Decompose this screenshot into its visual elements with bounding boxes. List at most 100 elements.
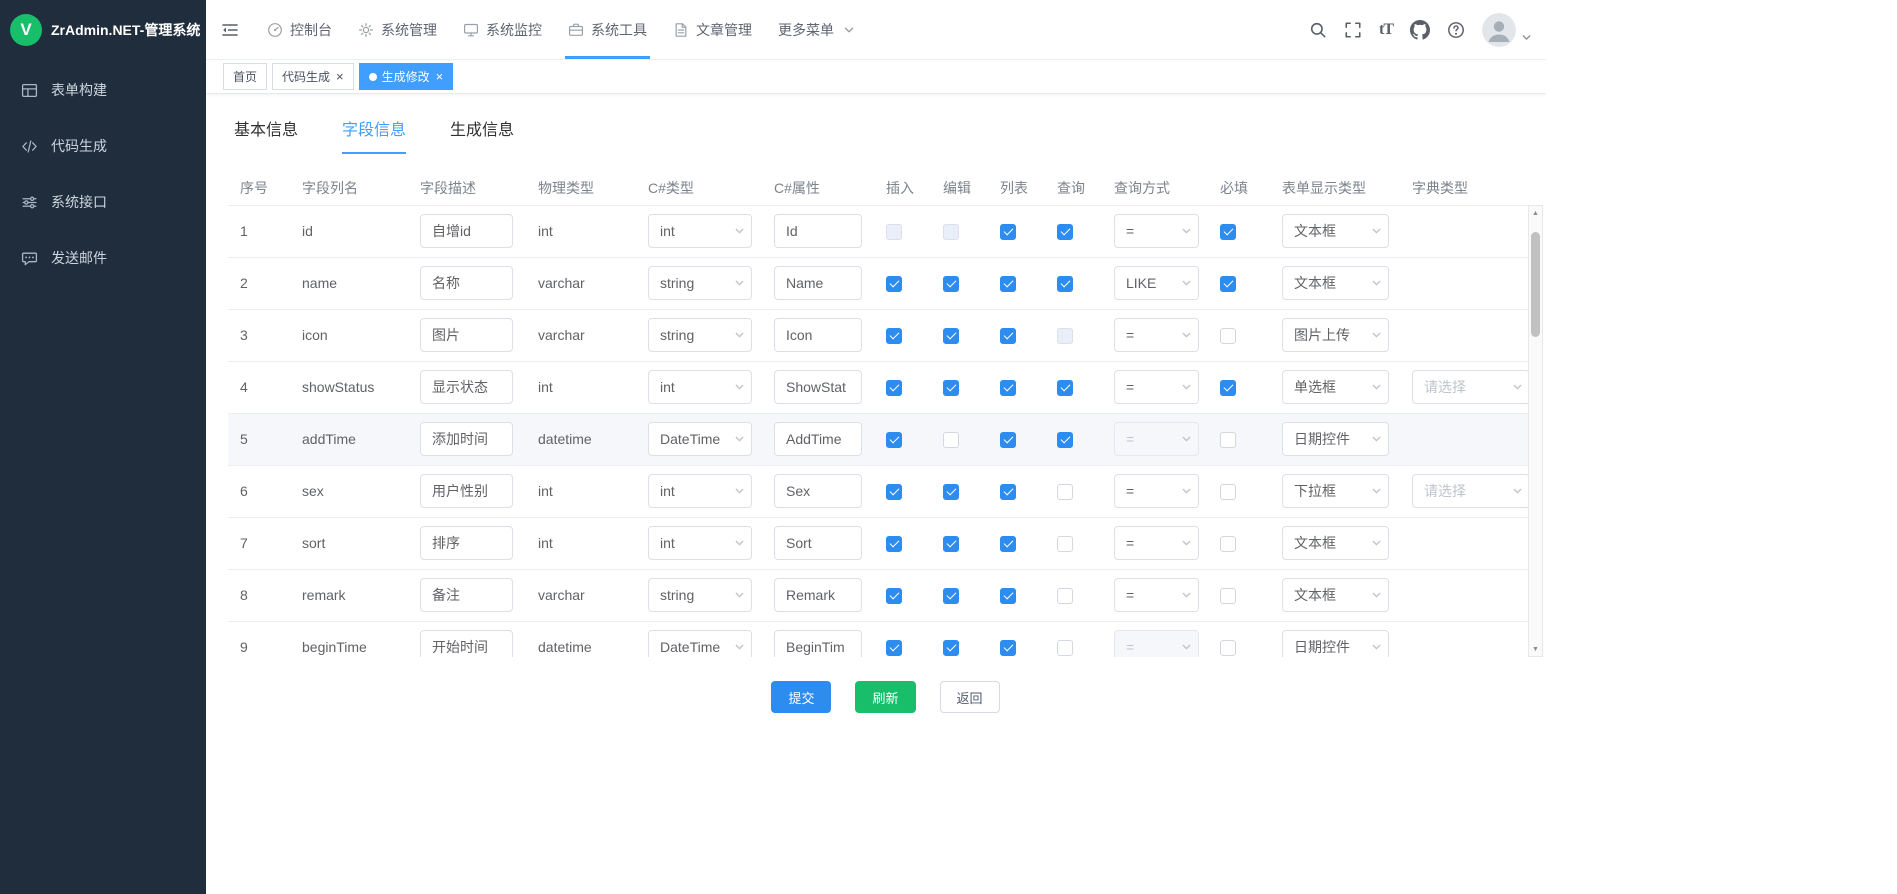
required-checkbox[interactable]	[1220, 224, 1236, 240]
query-checkbox[interactable]	[1057, 380, 1073, 396]
list-checkbox[interactable]	[1000, 588, 1016, 604]
cs-prop-input[interactable]: Id	[774, 214, 862, 248]
list-checkbox[interactable]	[1000, 484, 1016, 500]
insert-checkbox[interactable]	[886, 432, 902, 448]
cs-type-select[interactable]: int	[648, 214, 752, 248]
list-checkbox[interactable]	[1000, 640, 1016, 656]
footer-button[interactable]: 刷新	[855, 681, 915, 713]
tab-item[interactable]: 基本信息	[234, 116, 298, 154]
display-type-select[interactable]: 文本框	[1282, 266, 1389, 300]
query-checkbox[interactable]	[1057, 276, 1073, 292]
query-checkbox[interactable]	[1057, 640, 1073, 656]
close-icon[interactable]: ×	[336, 70, 344, 83]
insert-checkbox[interactable]	[886, 224, 902, 240]
display-type-select[interactable]: 文本框	[1282, 578, 1389, 612]
display-type-select[interactable]: 日期控件	[1282, 630, 1389, 657]
required-checkbox[interactable]	[1220, 276, 1236, 292]
field-desc-input[interactable]: 排序	[420, 526, 513, 560]
scrollbar-thumb[interactable]	[1531, 232, 1540, 337]
cs-type-select[interactable]: DateTime	[648, 630, 752, 657]
query-mode-select[interactable]: =	[1114, 474, 1199, 508]
required-checkbox[interactable]	[1220, 380, 1236, 396]
sidebar-item[interactable]: 代码生成	[0, 118, 206, 174]
topnav-item[interactable]: 更多菜单	[765, 0, 868, 59]
cs-prop-input[interactable]: BeginTim	[774, 630, 862, 657]
display-type-select[interactable]: 下拉框	[1282, 474, 1389, 508]
required-checkbox[interactable]	[1220, 588, 1236, 604]
sidebar-item[interactable]: 表单构建	[0, 62, 206, 118]
github-icon[interactable]	[1410, 20, 1430, 40]
list-checkbox[interactable]	[1000, 224, 1016, 240]
field-desc-input[interactable]: 图片	[420, 318, 513, 352]
footer-button[interactable]: 返回	[940, 681, 1000, 713]
edit-checkbox[interactable]	[943, 432, 959, 448]
tab-item[interactable]: 生成信息	[450, 116, 514, 154]
insert-checkbox[interactable]	[886, 640, 902, 656]
query-mode-select[interactable]: =	[1114, 578, 1199, 612]
display-type-select[interactable]: 单选框	[1282, 370, 1389, 404]
query-checkbox[interactable]	[1057, 484, 1073, 500]
cs-type-select[interactable]: string	[648, 266, 752, 300]
required-checkbox[interactable]	[1220, 432, 1236, 448]
cs-type-select[interactable]: int	[648, 474, 752, 508]
cs-prop-input[interactable]: Sort	[774, 526, 862, 560]
cs-type-select[interactable]: DateTime	[648, 422, 752, 456]
edit-checkbox[interactable]	[943, 536, 959, 552]
display-type-select[interactable]: 日期控件	[1282, 422, 1389, 456]
query-mode-select[interactable]: =	[1114, 630, 1199, 657]
scroll-down-arrow[interactable]: ▼	[1529, 642, 1542, 656]
help-icon[interactable]	[1447, 21, 1465, 39]
topnav-item[interactable]: 系统管理	[345, 0, 450, 59]
dict-type-select[interactable]: 请选择	[1412, 474, 1528, 508]
topnav-item[interactable]: 文章管理	[660, 0, 765, 59]
cs-prop-input[interactable]: Name	[774, 266, 862, 300]
query-mode-select[interactable]: LIKE	[1114, 266, 1199, 300]
close-icon[interactable]: ×	[436, 70, 444, 83]
topnav-item[interactable]: 系统工具	[555, 0, 660, 59]
app-logo[interactable]: V ZrAdmin.NET-管理系统	[0, 0, 206, 60]
required-checkbox[interactable]	[1220, 640, 1236, 656]
field-desc-input[interactable]: 显示状态	[420, 370, 513, 404]
field-desc-input[interactable]: 添加时间	[420, 422, 513, 456]
insert-checkbox[interactable]	[886, 380, 902, 396]
required-checkbox[interactable]	[1220, 328, 1236, 344]
edit-checkbox[interactable]	[943, 380, 959, 396]
sidebar-item[interactable]: 系统接口	[0, 174, 206, 230]
tag-item[interactable]: 代码生成 ×	[272, 63, 354, 90]
display-type-select[interactable]: 文本框	[1282, 214, 1389, 248]
edit-checkbox[interactable]	[943, 276, 959, 292]
query-mode-select[interactable]: =	[1114, 526, 1199, 560]
font-size-icon[interactable]: tT	[1379, 21, 1393, 39]
insert-checkbox[interactable]	[886, 536, 902, 552]
query-checkbox[interactable]	[1057, 224, 1073, 240]
sidebar-collapse-icon[interactable]	[220, 20, 240, 40]
tag-item[interactable]: 生成修改 ×	[359, 63, 454, 90]
query-mode-select[interactable]: =	[1114, 214, 1199, 248]
display-type-select[interactable]: 图片上传	[1282, 318, 1389, 352]
field-desc-input[interactable]: 自增id	[420, 214, 513, 248]
list-checkbox[interactable]	[1000, 380, 1016, 396]
sidebar-item[interactable]: 发送邮件	[0, 230, 206, 286]
insert-checkbox[interactable]	[886, 588, 902, 604]
insert-checkbox[interactable]	[886, 328, 902, 344]
query-mode-select[interactable]: =	[1114, 318, 1199, 352]
insert-checkbox[interactable]	[886, 484, 902, 500]
edit-checkbox[interactable]	[943, 640, 959, 656]
insert-checkbox[interactable]	[886, 276, 902, 292]
query-checkbox[interactable]	[1057, 588, 1073, 604]
query-mode-select[interactable]: =	[1114, 422, 1199, 456]
required-checkbox[interactable]	[1220, 484, 1236, 500]
cs-prop-input[interactable]: Icon	[774, 318, 862, 352]
fullscreen-icon[interactable]	[1344, 21, 1362, 39]
search-icon[interactable]	[1309, 21, 1327, 39]
table-scrollbar[interactable]: ▲ ▼	[1528, 205, 1543, 657]
topnav-item[interactable]: 系统监控	[450, 0, 555, 59]
query-mode-select[interactable]: =	[1114, 370, 1199, 404]
edit-checkbox[interactable]	[943, 588, 959, 604]
display-type-select[interactable]: 文本框	[1282, 526, 1389, 560]
cs-type-select[interactable]: int	[648, 526, 752, 560]
cs-prop-input[interactable]: Sex	[774, 474, 862, 508]
list-checkbox[interactable]	[1000, 328, 1016, 344]
required-checkbox[interactable]	[1220, 536, 1236, 552]
cs-prop-input[interactable]: Remark	[774, 578, 862, 612]
